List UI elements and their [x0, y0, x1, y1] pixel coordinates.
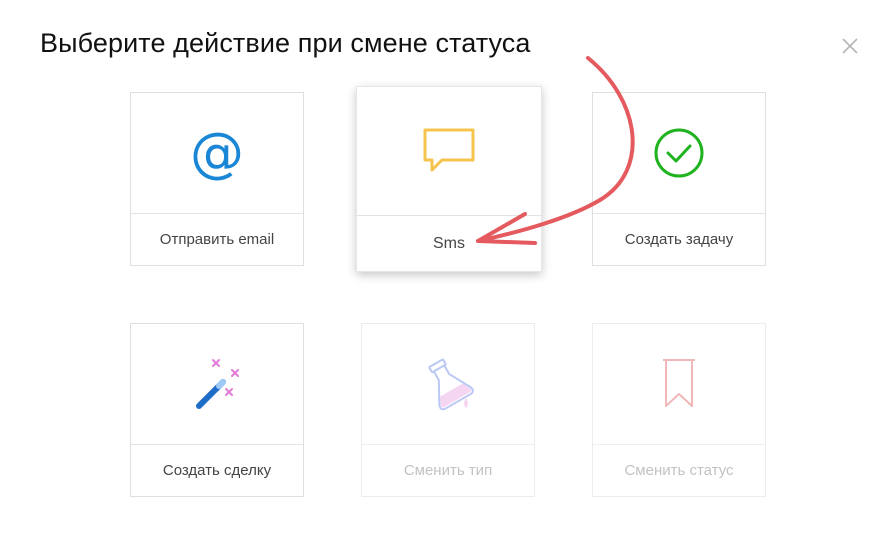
close-icon	[842, 38, 858, 54]
action-card-sms[interactable]: Sms	[356, 86, 542, 272]
action-card-create-task[interactable]: Создать задачу	[592, 92, 766, 266]
at-sign-icon: @	[190, 123, 244, 183]
action-card-change-status: Сменить статус	[592, 323, 766, 497]
magic-wand-icon	[196, 359, 239, 409]
action-label: Создать сделку	[162, 462, 272, 479]
action-card-send-email[interactable]: @ Отправить email	[130, 92, 304, 266]
bookmark-icon	[663, 359, 695, 407]
action-card-create-deal[interactable]: Создать сделку	[130, 323, 304, 497]
action-label: Создать задачу	[624, 231, 734, 248]
dialog-title: Выберите действие при смене статуса	[40, 28, 531, 58]
action-label: Сменить статус	[624, 462, 734, 479]
action-label: Sms	[433, 235, 465, 252]
svg-text:@: @	[190, 123, 244, 183]
flask-icon	[428, 358, 474, 411]
close-button[interactable]	[840, 36, 860, 56]
action-label: Сменить тип	[403, 462, 493, 479]
action-label: Отправить email	[159, 231, 275, 248]
chat-bubble-icon	[423, 128, 475, 172]
action-card-change-type: Сменить тип	[361, 323, 535, 497]
check-circle-icon	[654, 128, 704, 178]
